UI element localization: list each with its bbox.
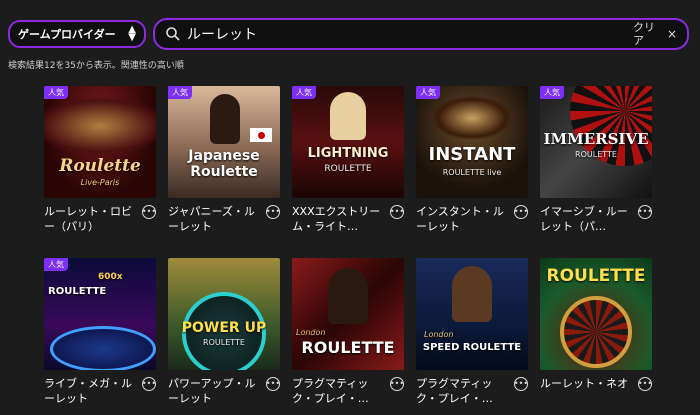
game-provider-label: ゲームプロバイダー (18, 28, 116, 41)
thumbnail-title: LIGHTNING (307, 146, 389, 161)
thumbnail-title: ROULETTE (48, 286, 107, 297)
game-name[interactable]: プラグマティック・プレイ・… (292, 376, 384, 406)
thumbnail-title: POWER UP (181, 320, 267, 336)
game-card[interactable]: POWER UP ROULETTE パワーアップ・ルーレット ••• (168, 258, 280, 406)
ellipsis-circle-icon[interactable]: ••• (142, 377, 156, 391)
dealer-figure (330, 92, 366, 140)
game-name[interactable]: イマーシブ・ルーレット（パ… (540, 204, 632, 234)
popular-badge: 人気 (44, 258, 68, 271)
thumbnail-subtitle: 600x (98, 272, 123, 282)
wheel-graphic (432, 96, 512, 140)
popular-badge: 人気 (292, 86, 316, 99)
game-thumbnail[interactable]: POWER UP ROULETTE (168, 258, 280, 370)
game-card[interactable]: 人気 IMMERSIVE ROULETTE イマーシブ・ルーレット（パ… ••• (540, 86, 652, 234)
ellipsis-circle-icon[interactable]: ••• (638, 205, 652, 219)
popular-badge: 人気 (168, 86, 192, 99)
close-icon[interactable]: × (667, 27, 677, 41)
popular-badge: 人気 (540, 86, 564, 99)
game-name[interactable]: XXXエクストリーム・ライト… (292, 204, 384, 234)
popular-badge: 人気 (416, 86, 440, 99)
thumbnail-title: ROULETTE (301, 338, 395, 357)
game-card[interactable]: 人気 600x ROULETTE ライブ・メガ・ルーレット ••• (44, 258, 156, 406)
game-provider-dropdown[interactable]: ゲームプロバイダー ▲ ▼ (8, 20, 146, 48)
thumbnail-subtitle: London (424, 330, 454, 339)
game-thumbnail[interactable]: 人気 Japanese Roulette (168, 86, 280, 198)
search-icon (166, 27, 180, 41)
ellipsis-circle-icon[interactable]: ••• (390, 377, 404, 391)
sort-caret-icon: ▲ ▼ (128, 24, 136, 43)
game-thumbnail[interactable]: 人気 INSTANT ROULETTE live (416, 86, 528, 198)
game-grid: 人気 Roulette Live-Paris ルーレット・ロビー（パリ） •••… (44, 86, 656, 406)
top-bar: ゲームプロバイダー ▲ ▼ ルーレット クリア × (0, 0, 700, 60)
game-thumbnail[interactable]: 人気 LIGHTNING ROULETTE (292, 86, 404, 198)
dealer-figure (210, 94, 240, 144)
game-card[interactable]: 人気 LIGHTNING ROULETTE XXXエクストリーム・ライト… ••… (292, 86, 404, 234)
game-name[interactable]: プラグマティック・プレイ・… (416, 376, 508, 406)
search-result-summary: 検索結果12を35から表示。関連性の高い順 (8, 61, 184, 71)
wheel-graphic (50, 326, 156, 370)
wheel-graphic (560, 296, 632, 368)
game-card[interactable]: 人気 Japanese Roulette ジャパニーズ・ルーレット ••• (168, 86, 280, 234)
game-card[interactable]: ROULETTE ルーレット・ネオ ••• (540, 258, 652, 406)
clear-label: クリア (632, 21, 655, 47)
search-bar[interactable]: ルーレット クリア × (153, 18, 689, 50)
game-name[interactable]: ルーレット・ネオ (540, 376, 632, 391)
ellipsis-circle-icon[interactable]: ••• (638, 377, 652, 391)
dealer-figure (328, 268, 368, 324)
game-thumbnail[interactable]: 人気 Roulette Live-Paris (44, 86, 156, 198)
clear-search-button[interactable]: クリア × (633, 21, 677, 47)
thumbnail-title: SPEED ROULETTE (422, 342, 522, 353)
thumbnail-subtitle: London (296, 328, 326, 337)
thumbnail-subtitle: Live-Paris (80, 178, 120, 187)
japan-flag-icon (250, 128, 272, 142)
game-thumbnail[interactable]: 人気 600x ROULETTE (44, 258, 156, 370)
ellipsis-circle-icon[interactable]: ••• (390, 205, 404, 219)
ellipsis-circle-icon[interactable]: ••• (514, 205, 528, 219)
thumbnail-title: ROULETTE (546, 266, 646, 286)
game-card[interactable]: 人気 Roulette Live-Paris ルーレット・ロビー（パリ） ••• (44, 86, 156, 234)
thumbnail-subtitle: ROULETTE (324, 164, 372, 174)
search-input[interactable]: ルーレット (187, 24, 257, 44)
ellipsis-circle-icon[interactable]: ••• (142, 205, 156, 219)
wheel-graphic (44, 96, 156, 156)
game-card[interactable]: 人気 INSTANT ROULETTE live インスタント・ルーレット ••… (416, 86, 528, 234)
ellipsis-circle-icon[interactable]: ••• (266, 377, 280, 391)
thumbnail-subtitle: ROULETTE (203, 338, 245, 347)
popular-badge: 人気 (44, 86, 68, 99)
ellipsis-circle-icon[interactable]: ••• (266, 205, 280, 219)
game-thumbnail[interactable]: ROULETTE (540, 258, 652, 370)
thumbnail-title: Japanese Roulette (188, 148, 260, 180)
game-name[interactable]: パワーアップ・ルーレット (168, 376, 260, 406)
game-thumbnail[interactable]: London SPEED ROULETTE (416, 258, 528, 370)
game-thumbnail[interactable]: London ROULETTE (292, 258, 404, 370)
game-card[interactable]: London ROULETTE プラグマティック・プレイ・… ••• (292, 258, 404, 406)
game-name[interactable]: インスタント・ルーレット (416, 204, 508, 234)
ellipsis-circle-icon[interactable]: ••• (514, 377, 528, 391)
thumbnail-title: Roulette (59, 156, 141, 176)
game-name[interactable]: ライブ・メガ・ルーレット (44, 376, 136, 406)
game-thumbnail[interactable]: 人気 IMMERSIVE ROULETTE (540, 86, 652, 198)
game-name[interactable]: ジャパニーズ・ルーレット (168, 204, 260, 234)
game-card[interactable]: London SPEED ROULETTE プラグマティック・プレイ・… ••• (416, 258, 528, 406)
thumbnail-subtitle: ROULETTE (575, 150, 617, 159)
dealer-figure (452, 266, 492, 322)
thumbnail-title: INSTANT (428, 144, 516, 165)
thumbnail-subtitle: ROULETTE live (442, 168, 502, 177)
game-name[interactable]: ルーレット・ロビー（パリ） (44, 204, 136, 234)
thumbnail-title: IMMERSIVE (543, 130, 649, 148)
